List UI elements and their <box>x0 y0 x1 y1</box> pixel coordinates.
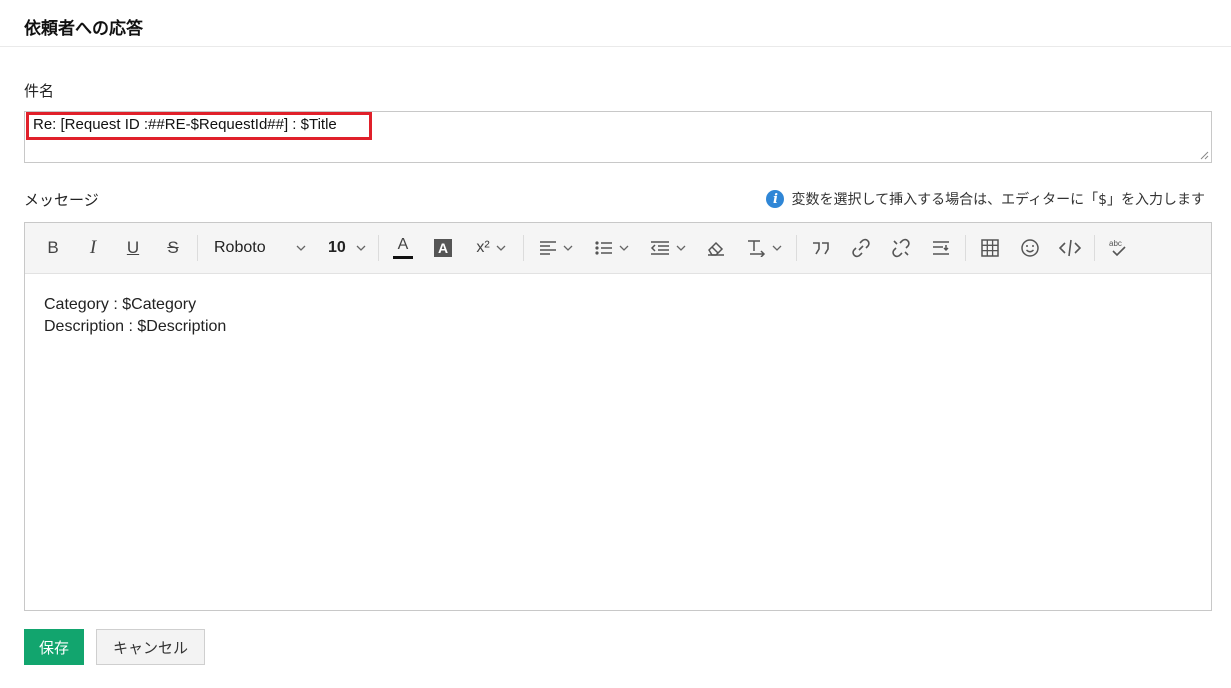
text-color-button[interactable]: A <box>383 231 423 265</box>
message-body[interactable]: Category : $Category Description : $Desc… <box>25 274 1211 358</box>
subject-label: 件名 <box>24 82 55 100</box>
strikethrough-button[interactable]: S <box>153 231 193 265</box>
text-direction-dropdown[interactable] <box>736 231 792 265</box>
chevron-down-icon <box>296 245 306 251</box>
align-dropdown[interactable] <box>528 231 584 265</box>
chevron-down-icon <box>356 245 366 251</box>
source-code-button[interactable] <box>1050 231 1090 265</box>
font-size-dropdown[interactable]: 10 <box>318 231 374 265</box>
text-color-swatch <box>393 256 413 259</box>
toolbar-separator <box>796 235 797 261</box>
italic-icon: I <box>89 237 97 258</box>
underline-icon: U <box>126 238 140 257</box>
strikethrough-icon: S <box>167 238 179 257</box>
superscript-icon: x² <box>476 239 490 256</box>
font-family-value: Roboto <box>214 239 266 256</box>
toolbar-separator <box>965 235 966 261</box>
toolbar-separator <box>523 235 524 261</box>
underline-button[interactable]: U <box>113 231 153 265</box>
save-button[interactable]: 保存 <box>24 629 84 665</box>
insert-link-button[interactable] <box>841 231 881 265</box>
text-direction-icon <box>746 239 766 257</box>
font-size-value: 10 <box>328 239 346 256</box>
insert-emoji-button[interactable] <box>1010 231 1050 265</box>
insert-table-button[interactable] <box>970 231 1010 265</box>
chevron-down-icon <box>772 245 782 251</box>
editor-toolbar: B I U S Roboto 10 A A x² abc <box>25 223 1211 274</box>
table-icon <box>981 239 999 257</box>
font-family-dropdown[interactable]: Roboto <box>202 231 318 265</box>
message-body-line: Category : $Category <box>44 296 197 313</box>
eraser-icon <box>706 240 726 256</box>
spellcheck-icon: abc <box>1108 238 1130 258</box>
message-label: メッセージ <box>24 191 99 209</box>
subject-field-container[interactable] <box>24 111 1212 163</box>
bold-button[interactable]: B <box>33 231 73 265</box>
quote-icon <box>811 241 831 255</box>
code-icon <box>1059 239 1081 257</box>
resize-grip-icon[interactable] <box>1199 150 1209 160</box>
blockquote-button[interactable] <box>801 231 841 265</box>
outdent-icon <box>650 241 670 255</box>
toolbar-separator <box>378 235 379 261</box>
cancel-button[interactable]: キャンセル <box>96 629 205 665</box>
variable-hint-text: 変数を選択して挿入する場合は、エディターに「$」を入力します <box>791 192 1205 208</box>
unlink-icon <box>891 238 911 258</box>
svg-text:abc: abc <box>1109 239 1122 248</box>
link-icon <box>851 238 871 258</box>
bullet-list-icon <box>595 241 613 255</box>
format-options-button[interactable] <box>921 231 961 265</box>
format-lines-icon <box>931 239 951 257</box>
background-color-button[interactable]: A <box>423 231 463 265</box>
title-divider <box>0 46 1231 47</box>
chevron-down-icon <box>676 245 686 251</box>
variable-hint: i 変数を選択して挿入する場合は、エディターに「$」を入力します <box>766 189 1205 209</box>
chevron-down-icon <box>496 245 506 251</box>
page-title: 依頼者への応答 <box>24 19 143 39</box>
message-body-line: Description : $Description <box>44 318 227 335</box>
background-color-icon: A <box>434 239 452 257</box>
align-left-icon <box>539 241 557 255</box>
text-color-icon: A <box>397 236 409 253</box>
superscript-dropdown[interactable]: x² <box>463 231 519 265</box>
info-icon: i <box>766 190 785 208</box>
message-editor: B I U S Roboto 10 A A x² abc Category: … <box>24 222 1212 611</box>
bold-icon: B <box>47 238 59 257</box>
subject-input[interactable] <box>33 116 933 133</box>
list-dropdown[interactable] <box>584 231 640 265</box>
toolbar-separator <box>1094 235 1095 261</box>
italic-button[interactable]: I <box>73 231 113 265</box>
clear-format-button[interactable] <box>696 231 736 265</box>
chevron-down-icon <box>563 245 573 251</box>
toolbar-separator <box>197 235 198 261</box>
spellcheck-button[interactable]: abc <box>1099 231 1139 265</box>
chevron-down-icon <box>619 245 629 251</box>
remove-link-button[interactable] <box>881 231 921 265</box>
smiley-icon <box>1020 238 1040 258</box>
indent-dropdown[interactable] <box>640 231 696 265</box>
